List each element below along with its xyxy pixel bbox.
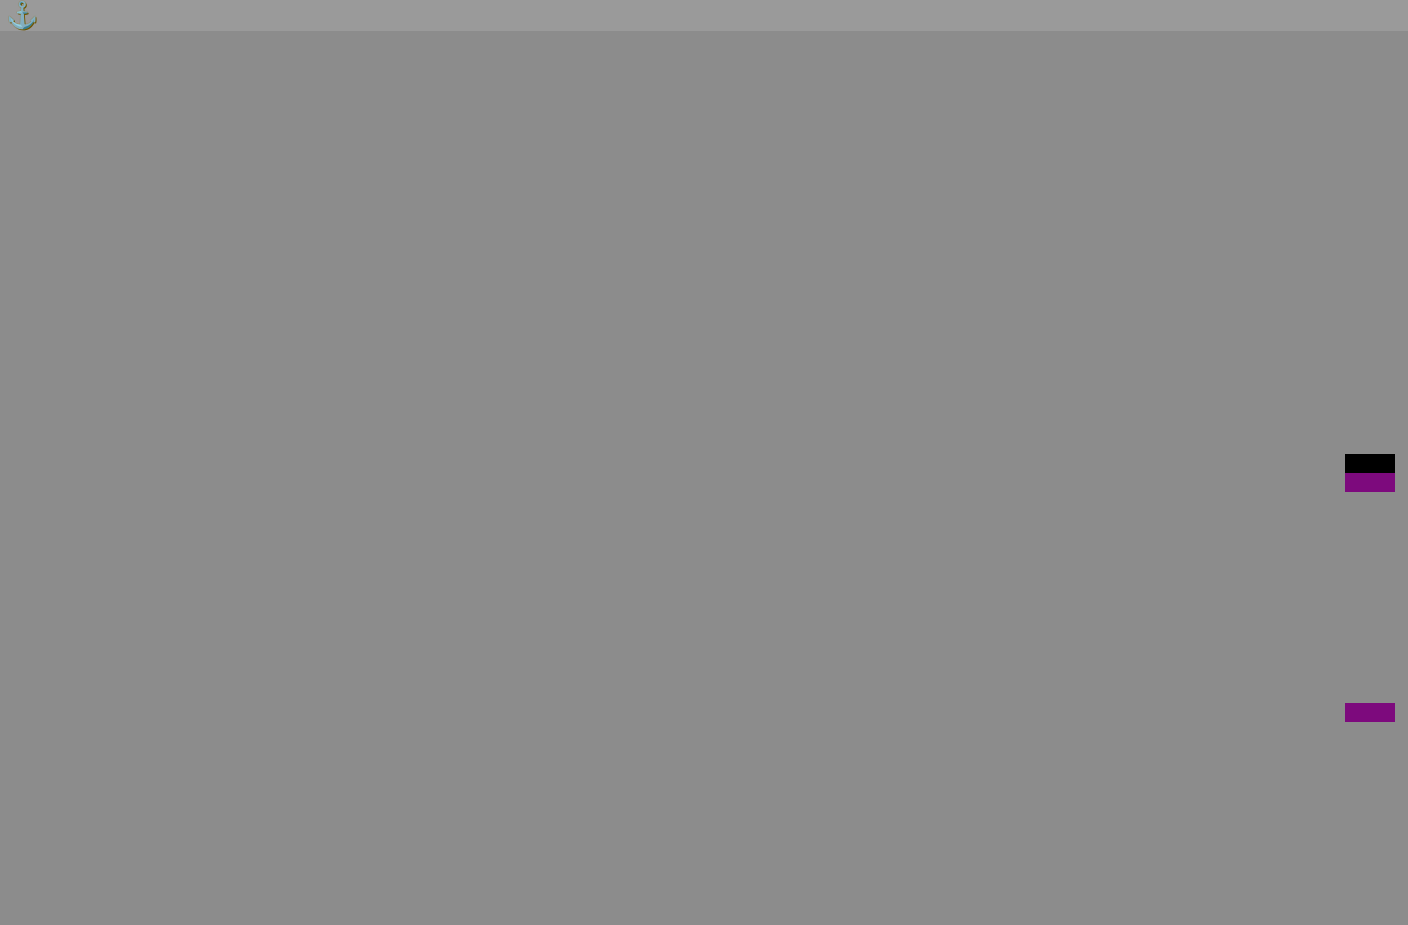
trade-navigator-window: ⚓ xyxy=(0,0,1408,925)
moving-average-badge xyxy=(1345,473,1395,492)
indicator-readout xyxy=(1311,33,1318,50)
anchor-logo-icon: ⚓ xyxy=(6,0,38,31)
price-panel[interactable] xyxy=(4,34,1341,604)
large-oi-value-badge xyxy=(1345,703,1395,722)
large-oi-panel[interactable] xyxy=(4,611,1341,887)
last-price-badge xyxy=(1345,454,1395,473)
title-bar xyxy=(0,0,1408,31)
